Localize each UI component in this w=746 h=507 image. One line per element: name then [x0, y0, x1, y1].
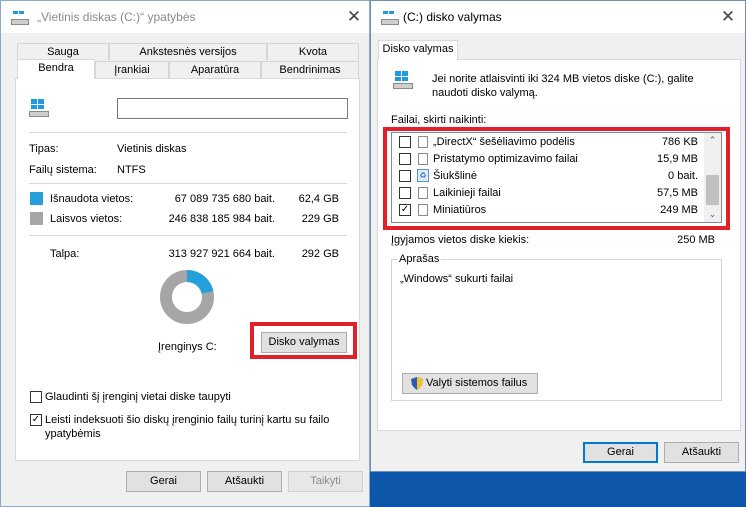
- tab-kvota[interactable]: Kvota: [267, 43, 359, 60]
- capacity-bytes: 313 927 921 664 bait.: [168, 248, 275, 260]
- properties-window: „Vietinis diskas (C:)“ ypatybės ✕ Sauga …: [0, 0, 370, 507]
- description-text: „Windows“ sukurti failai: [400, 273, 514, 285]
- files-to-delete-label: Failai, skirti naikinti:: [391, 114, 487, 126]
- properties-close-icon[interactable]: ✕: [341, 5, 367, 29]
- description-title: Aprašas: [397, 253, 442, 265]
- space-gain-label: Įgyjamos vietos diske kiekis:: [391, 234, 530, 246]
- filesystem-value: NTFS: [117, 164, 146, 176]
- capacity-label: Talpa:: [50, 248, 80, 260]
- type-value: Vietinis diskas: [117, 143, 187, 155]
- tab-ankstesnes-versijos[interactable]: Ankstesnės versijos: [109, 43, 267, 60]
- separator: [29, 235, 347, 236]
- uac-shield-icon: [411, 377, 423, 390]
- cleanup-ok-button[interactable]: Gerai: [583, 442, 658, 463]
- index-checkbox[interactable]: ✓: [30, 414, 42, 426]
- highlight-files-list: [383, 127, 730, 230]
- drive-name-input[interactable]: [117, 98, 348, 119]
- index-label: Leisti indeksuoti šio diskų įrenginio fa…: [45, 414, 330, 440]
- cancel-button[interactable]: Atšaukti: [207, 471, 282, 492]
- used-space-label: Išnaudota vietos:: [50, 193, 134, 205]
- drive-large-icon: [393, 71, 413, 89]
- properties-window-title: „Vietinis diskas (C:)“ ypatybės: [37, 10, 196, 24]
- disk-cleanup-window: (C:) disko valymas ✕ Disko valymas Jei n…: [370, 0, 746, 472]
- drive-icon: [11, 11, 29, 25]
- used-space-swatch: [30, 192, 43, 205]
- drive-c-label: Įrenginys C:: [158, 341, 217, 353]
- tab-sauga[interactable]: Sauga: [17, 43, 109, 60]
- free-space-swatch: [30, 212, 43, 225]
- used-space-gb: 62,4 GB: [298, 193, 339, 205]
- usage-donut-chart: [160, 270, 214, 324]
- separator: [29, 132, 347, 133]
- capacity-gb: 292 GB: [301, 248, 339, 260]
- cleanup-close-icon[interactable]: ✕: [715, 5, 741, 29]
- separator: [29, 183, 347, 184]
- tab-bendrinimas[interactable]: Bendrinimas: [261, 61, 359, 78]
- cleanup-intro-text: Jei norite atlaisvinti iki 324 MB vietos…: [432, 73, 694, 99]
- apply-button[interactable]: Taikyti: [288, 471, 363, 492]
- compress-label: Glaudinti šį įrenginį vietai diske taupy…: [45, 391, 231, 403]
- space-gain-value: 250 MB: [677, 234, 715, 246]
- free-space-gb: 229 GB: [301, 213, 339, 225]
- clean-system-files-button[interactable]: Valyti sistemos failus: [402, 373, 538, 394]
- highlight-cleanup-button: [250, 322, 357, 359]
- free-space-bytes: 246 838 185 984 bait.: [168, 213, 275, 225]
- cleanup-cancel-button[interactable]: Atšaukti: [664, 442, 739, 463]
- filesystem-label: Failų sistema:: [29, 164, 97, 176]
- free-space-label: Laisvos vietos:: [50, 213, 123, 225]
- drive-icon: [381, 11, 399, 25]
- tab-aparatura[interactable]: Aparatūra: [169, 61, 261, 78]
- type-label: Tipas:: [29, 143, 59, 155]
- tab-bendra[interactable]: Bendra: [17, 59, 95, 79]
- tab-irankiai[interactable]: Įrankiai: [95, 61, 169, 78]
- cleanup-window-title: (C:) disko valymas: [403, 10, 502, 24]
- ok-button[interactable]: Gerai: [126, 471, 201, 492]
- clean-system-files-label: Valyti sistemos failus: [426, 377, 528, 389]
- drive-large-icon: [29, 99, 49, 117]
- compress-checkbox[interactable]: [30, 391, 42, 403]
- cleanup-title-bar[interactable]: (C:) disko valymas ✕: [371, 1, 745, 33]
- used-space-bytes: 67 089 735 680 bait.: [174, 193, 275, 205]
- properties-title-bar[interactable]: „Vietinis diskas (C:)“ ypatybės ✕: [1, 1, 369, 33]
- tab-disko-valymas[interactable]: Disko valymas: [378, 40, 458, 60]
